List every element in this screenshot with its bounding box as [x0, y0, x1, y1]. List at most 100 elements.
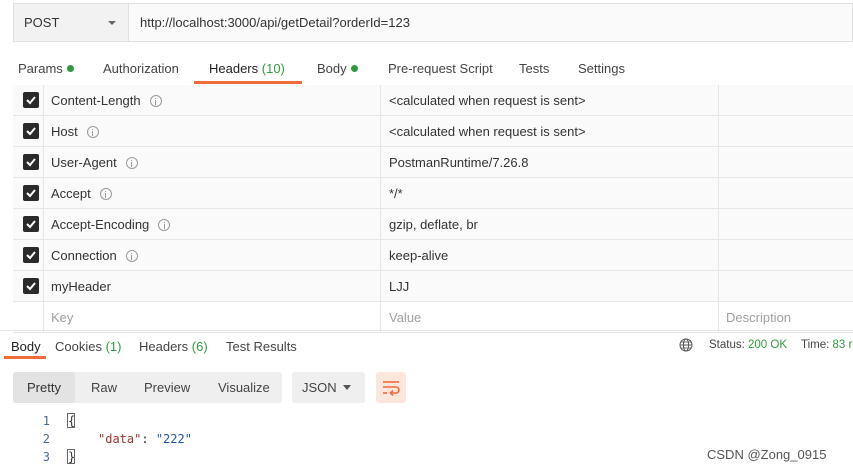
header-enabled-checkbox[interactable] — [23, 216, 39, 232]
headers-table: Content-Length <calculated when request … — [13, 85, 853, 333]
tab-tests[interactable]: Tests — [519, 61, 549, 76]
params-active-dot — [66, 65, 74, 73]
header-enabled-checkbox[interactable] — [23, 92, 39, 108]
status-label: Status: — [709, 339, 745, 351]
info-icon[interactable] — [99, 187, 112, 200]
tab-params[interactable]: Params — [18, 61, 74, 76]
header-key-label: Accept — [51, 186, 91, 201]
info-icon[interactable] — [149, 94, 162, 107]
header-value[interactable]: keep-alive — [389, 240, 448, 271]
json-key: "data" — [98, 432, 142, 446]
header-enabled-checkbox[interactable] — [23, 154, 39, 170]
new-header-row: Key Value Description — [13, 302, 853, 333]
view-visualize-button[interactable]: Visualize — [218, 372, 270, 403]
new-header-value-input[interactable]: Value — [389, 302, 421, 333]
info-icon[interactable] — [158, 218, 171, 231]
response-tab-cookies[interactable]: Cookies (1) — [55, 339, 121, 354]
method-select[interactable]: POST — [14, 4, 129, 41]
json-value: "222" — [155, 432, 192, 446]
tab-params-label: Params — [18, 61, 63, 76]
response-tab-cookies-count: (1) — [105, 339, 122, 354]
response-time: Time: 83 r — [801, 339, 852, 351]
response-tab-body[interactable]: Body — [11, 339, 41, 354]
header-key-label: Content-Length — [51, 93, 141, 108]
watermark: CSDN @Zong_0915 — [707, 447, 827, 462]
header-key-label: Accept-Encoding — [51, 217, 150, 232]
new-header-key-input[interactable]: Key — [51, 302, 73, 333]
header-key[interactable]: Connection — [51, 240, 138, 271]
header-key-label: Connection — [51, 248, 117, 263]
header-enabled-checkbox[interactable] — [23, 123, 39, 139]
line-number: 3 — [42, 450, 50, 464]
header-key[interactable]: Accept — [51, 178, 112, 209]
checkmark-icon — [26, 158, 36, 167]
header-key[interactable]: Accept-Encoding — [51, 209, 171, 240]
code-line: "data": "222" — [98, 432, 192, 446]
request-url-bar: POST http://localhost:3000/api/getDetail… — [13, 3, 853, 42]
checkmark-icon — [26, 127, 36, 136]
response-tab-cookies-label: Cookies — [55, 339, 102, 354]
header-key[interactable]: Content-Length — [51, 85, 162, 116]
response-tab-headers[interactable]: Headers (6) — [139, 339, 208, 354]
chevron-down-icon — [108, 20, 116, 25]
response-tab-headers-count: (6) — [191, 339, 208, 354]
header-enabled-checkbox[interactable] — [23, 185, 39, 201]
tab-headers-count: (10) — [261, 61, 285, 76]
view-preview-button[interactable]: Preview — [144, 372, 190, 403]
header-key-label: Host — [51, 124, 78, 139]
response-tab-body-underline — [4, 356, 46, 359]
time-label: Time: — [801, 339, 830, 351]
response-tab-test-results[interactable]: Test Results — [226, 339, 297, 354]
new-header-description-input[interactable]: Description — [726, 302, 791, 333]
header-value[interactable]: <calculated when request is sent> — [389, 85, 586, 116]
info-icon[interactable] — [125, 249, 138, 262]
code-line: { — [68, 414, 76, 428]
tab-body-label: Body — [317, 61, 347, 76]
checkmark-icon — [26, 251, 36, 260]
tab-prerequest-script[interactable]: Pre-request Script — [388, 61, 493, 76]
status-value: 200 OK — [748, 339, 788, 351]
header-enabled-checkbox[interactable] — [23, 278, 39, 294]
wrap-lines-button[interactable] — [376, 372, 406, 403]
response-tab-headers-label: Headers — [139, 339, 189, 354]
caret-down-icon — [343, 385, 351, 390]
tab-headers-label: Headers — [209, 61, 259, 76]
checkmark-icon — [26, 96, 36, 105]
header-enabled-checkbox[interactable] — [23, 247, 39, 263]
tab-headers[interactable]: Headers (10) — [209, 61, 285, 76]
body-active-dot — [350, 65, 358, 73]
body-view-toggle: Pretty Raw Preview Visualize — [13, 372, 282, 403]
header-row: Accept-Encoding gzip, deflate, br — [13, 209, 853, 240]
header-row: User-Agent PostmanRuntime/7.26.8 — [13, 147, 853, 178]
header-row: Host <calculated when request is sent> — [13, 116, 853, 147]
view-raw-button[interactable]: Raw — [91, 372, 117, 403]
header-key[interactable]: User-Agent — [51, 147, 138, 178]
header-key-label: User-Agent — [51, 155, 117, 170]
checkmark-icon — [26, 189, 36, 198]
line-number: 1 — [42, 414, 50, 428]
header-value[interactable]: */* — [389, 178, 403, 209]
response-status: Status: 200 OK — [709, 339, 787, 351]
url-input[interactable]: http://localhost:3000/api/getDetail?orde… — [129, 4, 852, 41]
code-line: } — [68, 450, 76, 464]
header-key[interactable]: myHeader — [51, 271, 111, 302]
response-body-editor[interactable]: 1 2 3 { "data": "222" } — [0, 410, 853, 473]
format-select-label: JSON — [302, 380, 337, 395]
tab-settings[interactable]: Settings — [578, 61, 625, 76]
tab-body[interactable]: Body — [317, 61, 358, 76]
tab-authorization[interactable]: Authorization — [103, 61, 179, 76]
header-value[interactable]: <calculated when request is sent> — [389, 116, 586, 147]
header-row: Content-Length <calculated when request … — [13, 85, 853, 116]
header-key[interactable]: Host — [51, 116, 99, 147]
format-select[interactable]: JSON — [292, 372, 365, 403]
header-value[interactable]: PostmanRuntime/7.26.8 — [389, 147, 528, 178]
header-value[interactable]: LJJ — [389, 271, 409, 302]
time-value: 83 r — [832, 339, 853, 351]
globe-icon[interactable] — [679, 338, 693, 352]
info-icon[interactable] — [86, 125, 99, 138]
header-row: Accept */* — [13, 178, 853, 209]
header-value[interactable]: gzip, deflate, br — [389, 209, 478, 240]
info-icon[interactable] — [125, 156, 138, 169]
view-pretty-button[interactable]: Pretty — [13, 372, 75, 403]
tab-headers-underline — [194, 81, 302, 84]
